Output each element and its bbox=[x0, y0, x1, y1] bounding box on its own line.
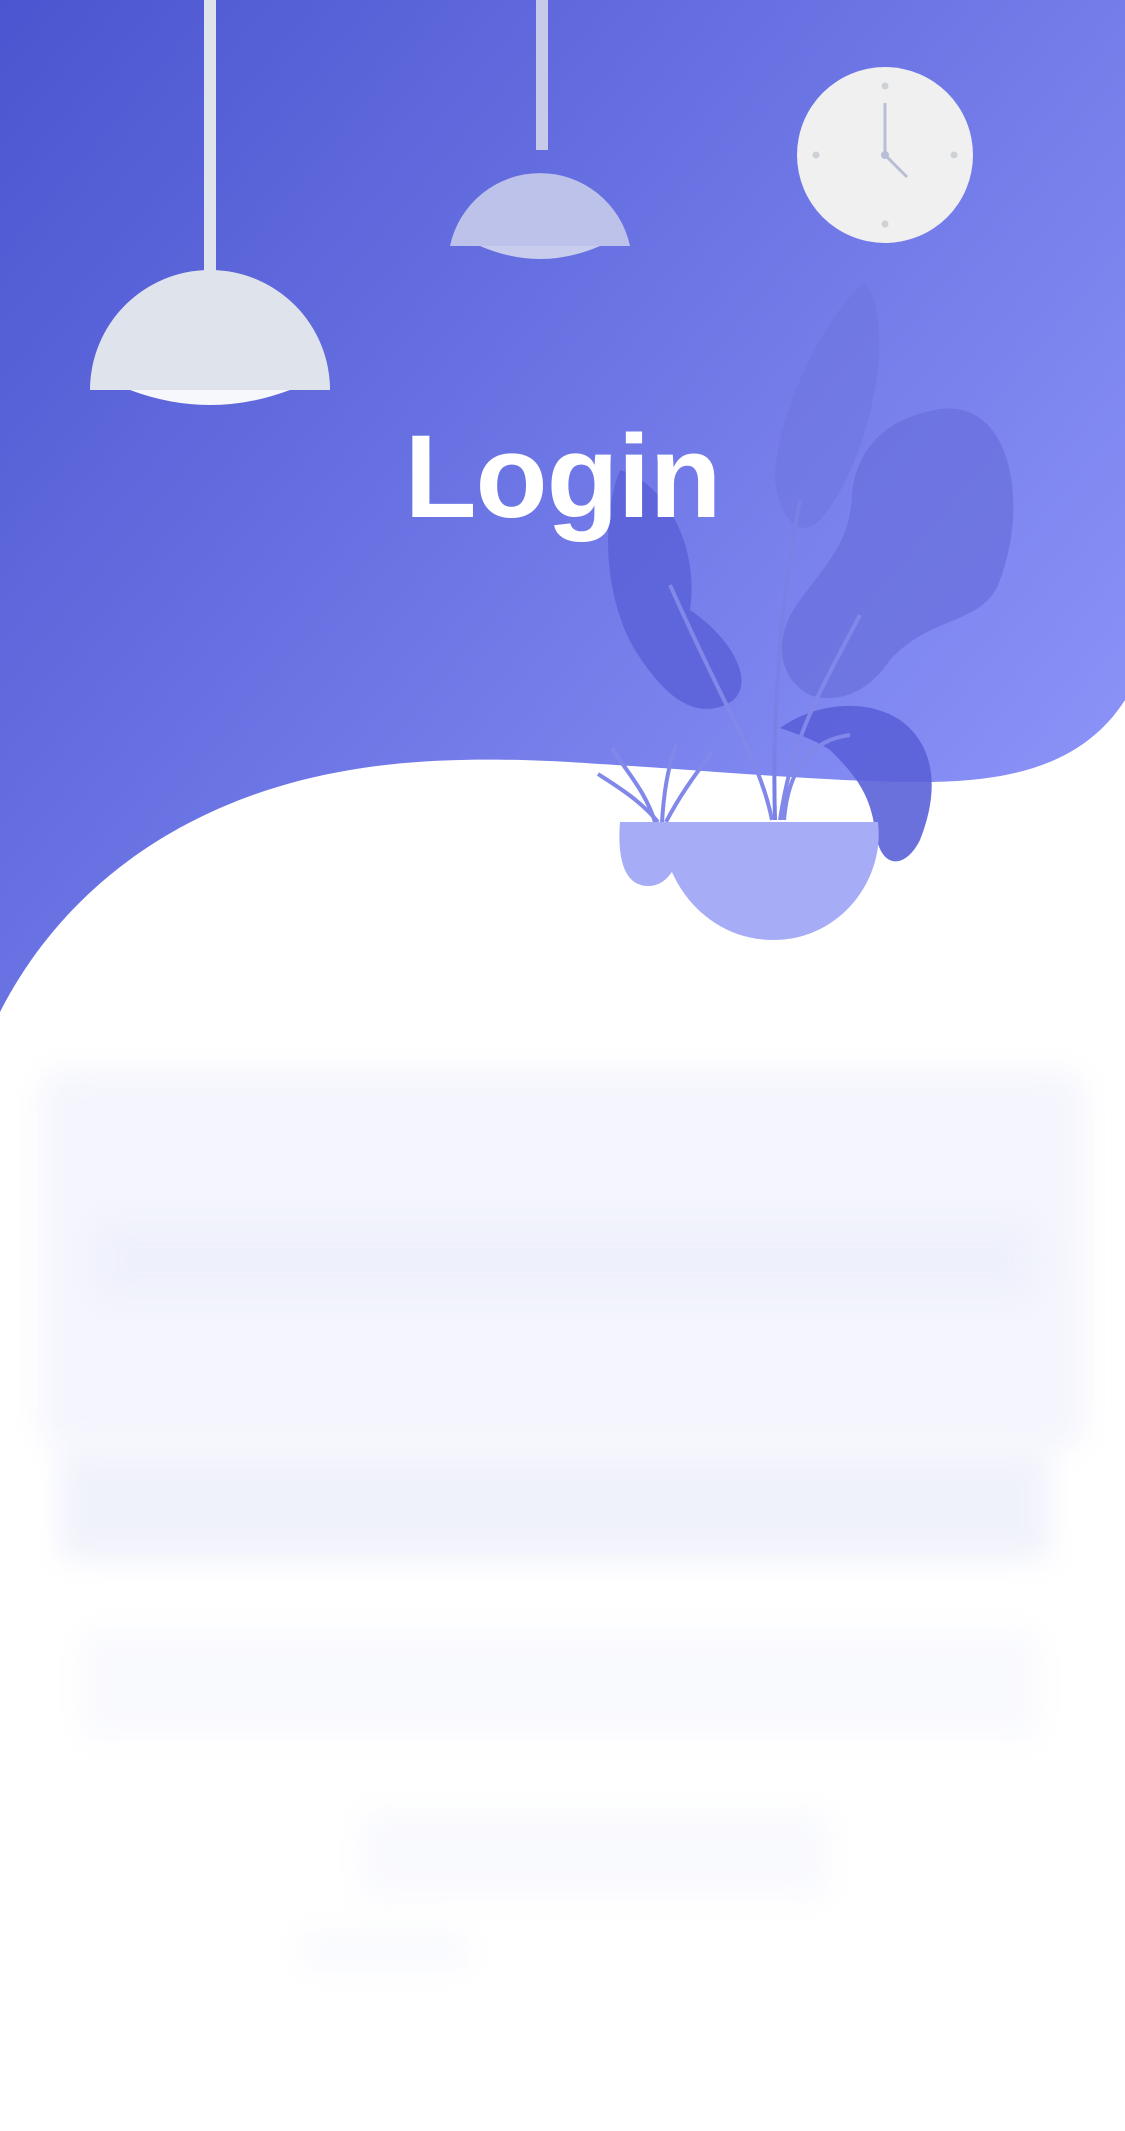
page-title: Login bbox=[404, 411, 721, 543]
input-field[interactable] bbox=[60, 1450, 1050, 1560]
form-link[interactable] bbox=[300, 1930, 470, 1970]
login-screen: Login bbox=[0, 0, 1125, 2131]
submit-button[interactable] bbox=[360, 1810, 830, 1900]
input-field[interactable] bbox=[95, 1220, 1035, 1300]
login-form bbox=[0, 1030, 1125, 2131]
form-row bbox=[80, 1630, 1040, 1740]
wall-clock-icon bbox=[797, 67, 973, 243]
